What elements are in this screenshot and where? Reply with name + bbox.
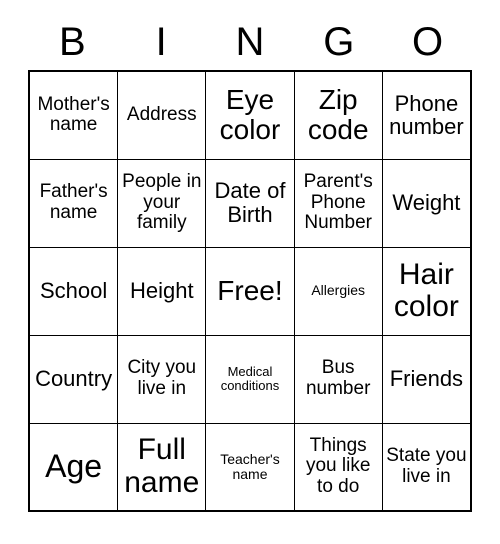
bingo-cell-label: Eye color: [219, 84, 281, 146]
bingo-row: Mother's name Address Eye color Zip code…: [28, 70, 472, 160]
header-letter-g: G: [323, 20, 355, 64]
header-letter-n: N: [235, 20, 265, 64]
bingo-cell-label: State you live in: [386, 445, 467, 487]
bingo-cell-label: Mother's name: [37, 93, 110, 136]
bingo-cell-label: Medical conditions: [220, 363, 280, 393]
bingo-cell-label: Weight: [392, 190, 461, 216]
bingo-cell[interactable]: Phone number: [381, 70, 472, 160]
bingo-header: B I N G O: [28, 14, 472, 70]
bingo-cell-label: Full name: [124, 433, 200, 499]
bingo-cell[interactable]: Bus number: [293, 334, 383, 424]
bingo-cell[interactable]: Zip code: [293, 70, 383, 160]
bingo-cell[interactable]: City you live in: [117, 334, 207, 424]
bingo-cell-label: Hair color: [393, 257, 459, 323]
bingo-cell-label: Age: [45, 448, 103, 485]
bingo-cell[interactable]: School: [28, 246, 119, 336]
bingo-cell-label: Allergies: [311, 282, 366, 299]
bingo-cell-label: Things you like to do: [305, 434, 371, 497]
bingo-cell-label: Free!: [217, 274, 283, 306]
bingo-cell-label: School: [39, 278, 108, 304]
bingo-cell-label: Phone number: [389, 90, 464, 140]
bingo-cell[interactable]: Allergies: [293, 246, 383, 336]
bingo-cell[interactable]: People in your family: [117, 158, 207, 248]
bingo-cell[interactable]: Father's name: [28, 158, 119, 248]
bingo-cell[interactable]: Friends: [381, 334, 472, 424]
bingo-row: School Height Free! Allergies Hair color: [28, 246, 472, 336]
bingo-cell-label: Teacher's name: [220, 450, 280, 482]
bingo-cell-label: Zip code: [307, 84, 369, 146]
bingo-cell[interactable]: Medical conditions: [205, 334, 295, 424]
bingo-cell-label: Parent's Phone Number: [303, 171, 373, 234]
header-letter-b: B: [59, 20, 86, 64]
bingo-cell-label: Date of Birth: [214, 178, 286, 227]
bingo-cell-label: People in your family: [122, 171, 202, 234]
bingo-cell[interactable]: Height: [117, 246, 207, 336]
bingo-cell[interactable]: Weight: [381, 158, 472, 248]
header-letter-i: I: [155, 20, 167, 64]
bingo-cell-label: Bus number: [305, 357, 371, 399]
bingo-grid: Mother's name Address Eye color Zip code…: [28, 70, 472, 512]
bingo-cell-label: Address: [126, 103, 197, 125]
bingo-cell[interactable]: Country: [28, 334, 119, 424]
bingo-cell[interactable]: State you live in: [381, 422, 472, 512]
bingo-cell-free[interactable]: Free!: [205, 246, 295, 336]
bingo-cell-label: Father's name: [39, 181, 108, 223]
bingo-cell[interactable]: Parent's Phone Number: [293, 158, 383, 248]
bingo-cell-label: City you live in: [127, 357, 197, 399]
bingo-cell[interactable]: Age: [28, 422, 119, 512]
bingo-cell-label: Country: [35, 366, 113, 392]
bingo-row: Age Full name Teacher's name Things you …: [28, 422, 472, 512]
bingo-row: Country City you live in Medical conditi…: [28, 334, 472, 424]
bingo-cell-label: Height: [129, 278, 194, 304]
bingo-cell[interactable]: Eye color: [205, 70, 295, 160]
bingo-cell-label: Friends: [389, 366, 464, 392]
bingo-cell[interactable]: Address: [117, 70, 207, 160]
bingo-cell[interactable]: Date of Birth: [205, 158, 295, 248]
bingo-cell[interactable]: Hair color: [381, 246, 472, 336]
header-letter-o: O: [412, 20, 444, 64]
bingo-cell[interactable]: Full name: [117, 422, 207, 512]
bingo-card: B I N G O Mother's name Address Eye colo…: [28, 14, 472, 512]
bingo-cell[interactable]: Mother's name: [28, 70, 119, 160]
bingo-row: Father's name People in your family Date…: [28, 158, 472, 248]
bingo-cell[interactable]: Things you like to do: [293, 422, 383, 512]
bingo-cell[interactable]: Teacher's name: [205, 422, 295, 512]
